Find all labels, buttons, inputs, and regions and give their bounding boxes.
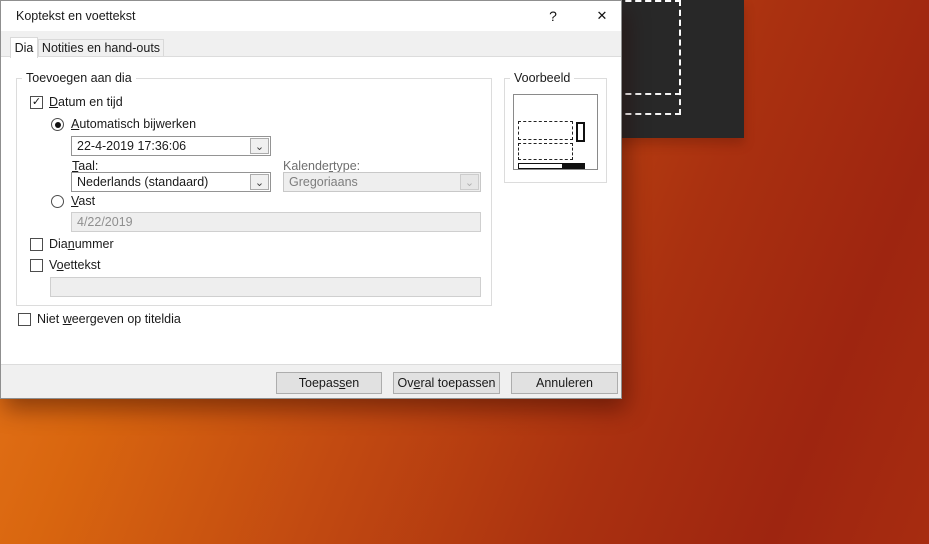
calendar-type-combobox: Gregoriaans ⌄ bbox=[283, 172, 481, 192]
preview-date-placeholder-highlighted bbox=[563, 163, 585, 169]
preview-slide-number-placeholder bbox=[576, 122, 585, 142]
preview-group-label: Voorbeeld bbox=[510, 71, 575, 85]
language-combobox[interactable]: Nederlands (standaard) ⌄ bbox=[71, 172, 271, 192]
close-icon: ✕ bbox=[596, 8, 608, 23]
chevron-down-icon: ⌄ bbox=[460, 174, 479, 190]
apply-button[interactable]: Toepassen bbox=[276, 372, 382, 394]
slide-number-label: Dianummer bbox=[49, 237, 114, 251]
date-time-checkbox[interactable]: ✓ bbox=[30, 96, 43, 109]
footer-checkbox[interactable] bbox=[30, 259, 43, 272]
tab-dia[interactable]: Dia bbox=[10, 37, 38, 58]
slide-number-checkbox[interactable] bbox=[30, 238, 43, 251]
auto-update-radio[interactable] bbox=[51, 118, 64, 131]
check-icon: ✓ bbox=[31, 96, 42, 108]
language-value: Nederlands (standaard) bbox=[77, 175, 209, 189]
dialog-title: Koptekst en voettekst bbox=[16, 9, 136, 23]
preview-body-placeholder bbox=[518, 143, 573, 160]
fixed-date-input: 4/22/2019 bbox=[71, 212, 481, 232]
apply-all-button[interactable]: Overal toepassen bbox=[393, 372, 500, 394]
auto-update-label: Automatisch bijwerken bbox=[71, 117, 197, 131]
preview-title-placeholder bbox=[518, 121, 573, 140]
dialog-titlebar: Koptekst en voettekst ? ✕ bbox=[1, 1, 621, 31]
chevron-down-icon[interactable]: ⌄ bbox=[250, 174, 269, 190]
calendar-type-value: Gregoriaans bbox=[289, 175, 358, 189]
preview-footer-placeholder bbox=[518, 163, 563, 169]
date-format-combobox[interactable]: 22-4-2019 17:36:06 ⌄ bbox=[71, 136, 271, 156]
header-footer-dialog: Koptekst en voettekst ? ✕ Dia Notities e… bbox=[0, 0, 622, 399]
preview-slide-thumbnail bbox=[513, 94, 598, 170]
help-icon: ? bbox=[549, 8, 557, 24]
fixed-date-label: Vast bbox=[71, 194, 96, 208]
fixed-date-radio[interactable] bbox=[51, 195, 64, 208]
help-button[interactable]: ? bbox=[539, 1, 567, 31]
chevron-down-icon[interactable]: ⌄ bbox=[250, 138, 269, 154]
date-time-label: Datum en tijd bbox=[49, 95, 123, 109]
footer-label: Voettekst bbox=[49, 258, 101, 272]
footer-text-input bbox=[50, 277, 481, 297]
tab-notities-en-hand-outs[interactable]: Notities en hand-outs bbox=[38, 39, 164, 56]
powerpoint-slide-background: e . en. Koptekst en voettekst ? ✕ Dia No… bbox=[0, 0, 929, 544]
hide-on-title-slide-label: Niet weergeven op titeldia bbox=[37, 312, 181, 326]
date-format-value: 22-4-2019 17:36:06 bbox=[77, 139, 187, 153]
preview-footer-bar bbox=[518, 163, 585, 169]
close-button[interactable]: ✕ bbox=[588, 1, 616, 31]
add-to-slide-group-label: Toevoegen aan dia bbox=[22, 71, 136, 85]
hide-on-title-slide-checkbox[interactable] bbox=[18, 313, 31, 326]
cancel-button[interactable]: Annuleren bbox=[511, 372, 618, 394]
